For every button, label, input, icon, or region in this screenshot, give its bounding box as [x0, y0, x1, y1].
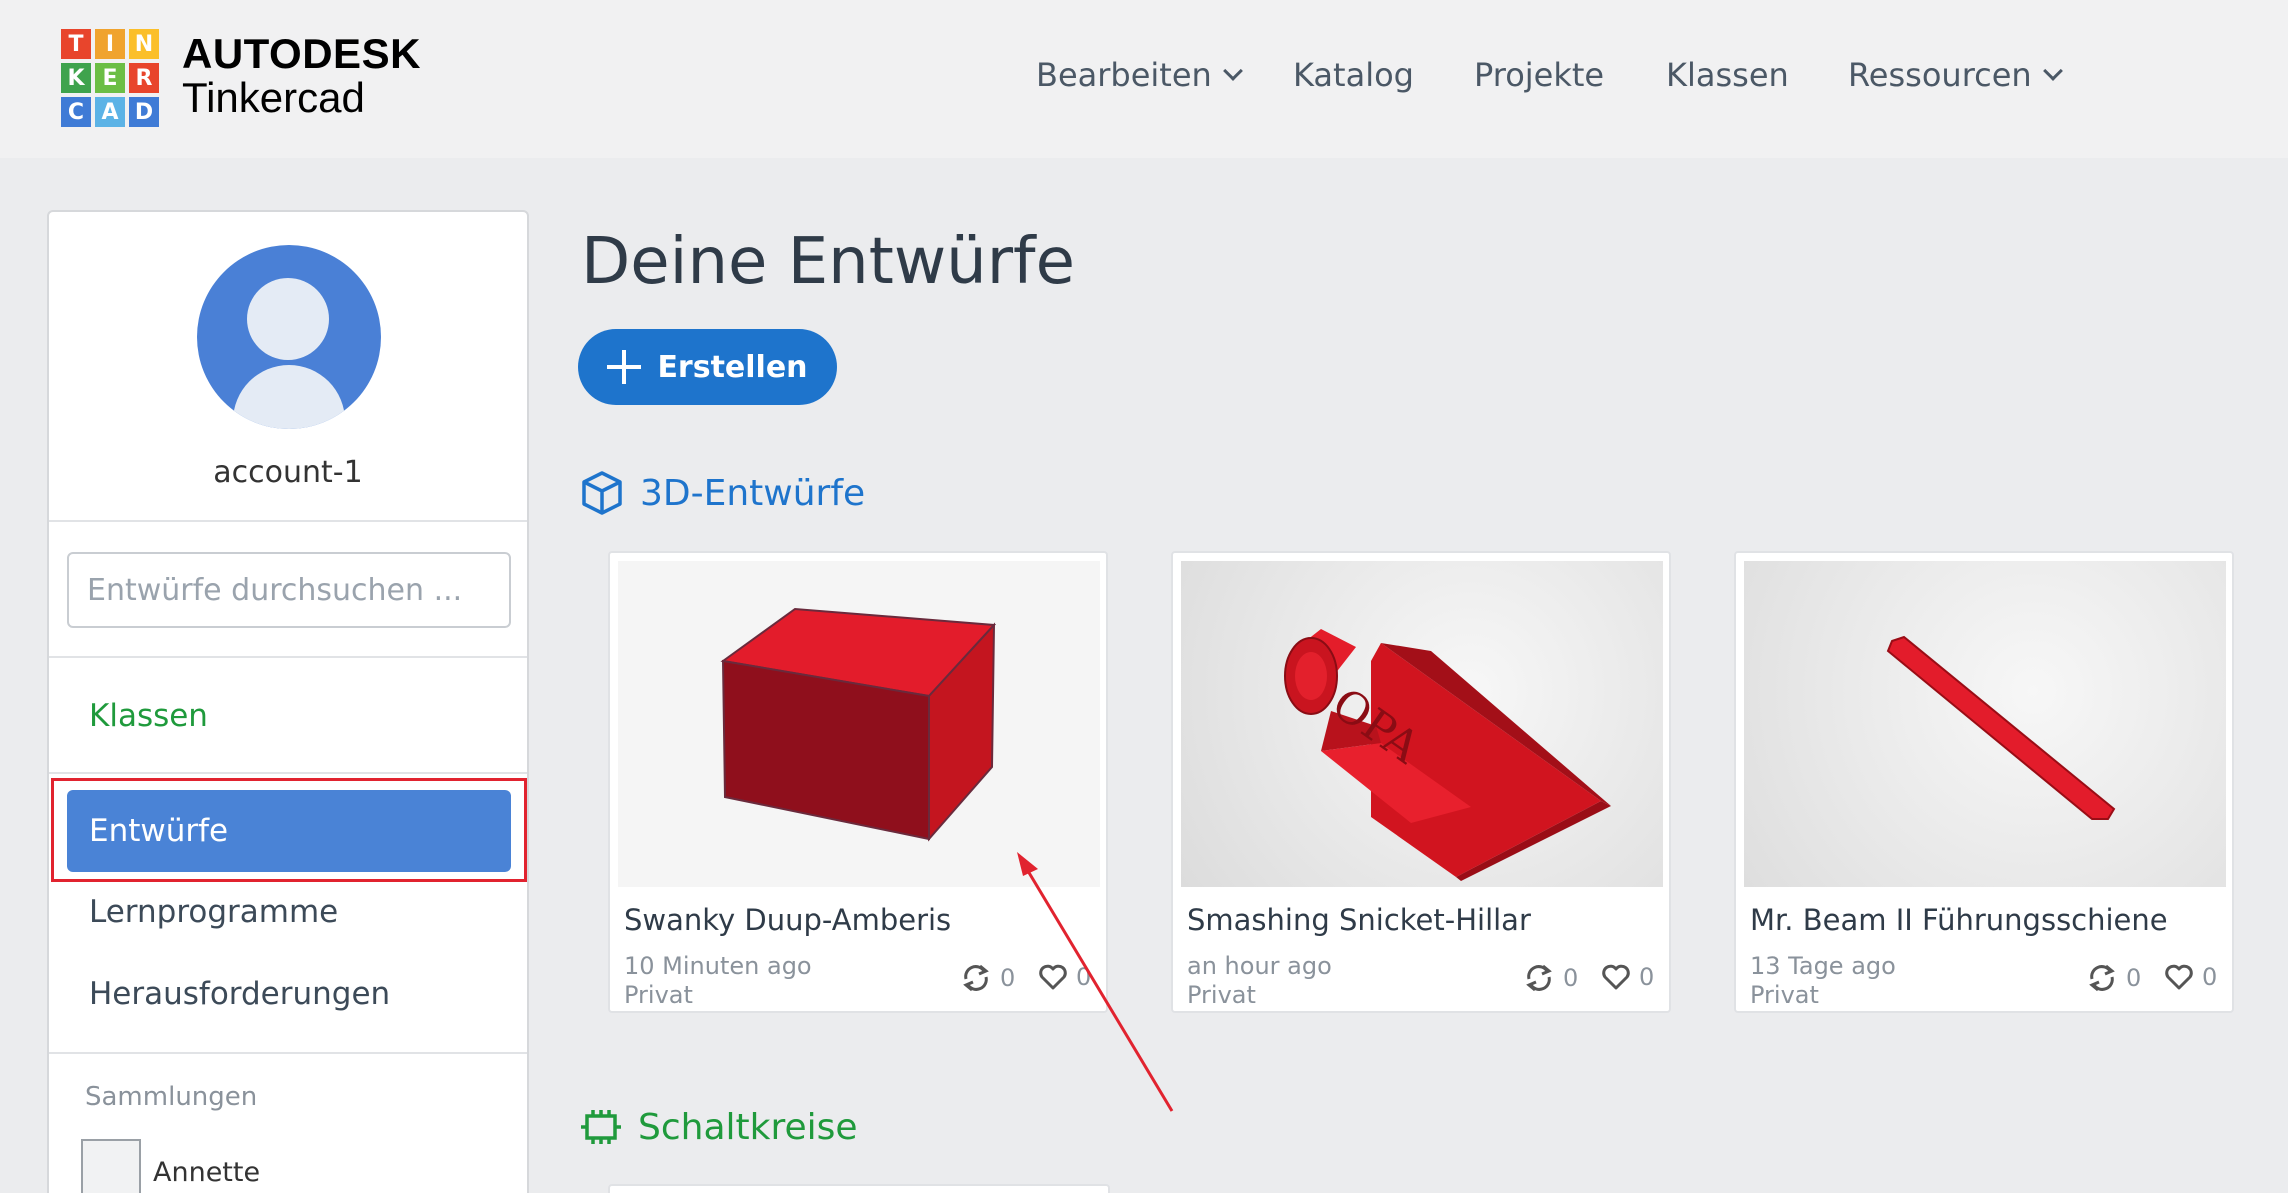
avatar-body: [233, 365, 345, 429]
logo-letter: E: [95, 63, 125, 93]
search-placeholder: Entwürfe durchsuchen ...: [87, 572, 463, 608]
remix-value: 0: [1563, 964, 1579, 992]
nav-ressourcen[interactable]: Ressourcen: [1848, 56, 2063, 94]
logo-letter: I: [95, 29, 125, 59]
circuit-card[interactable]: [608, 1184, 1110, 1193]
section-circuits-label: Schaltkreise: [638, 1106, 858, 1148]
nav-klassen-label: Klassen: [1666, 56, 1789, 94]
logo-letter: K: [61, 63, 91, 93]
section-3d-label: 3D-Entwürfe: [640, 472, 866, 514]
avatar-head: [247, 278, 329, 360]
nav-katalog-label: Katalog: [1293, 56, 1414, 94]
chevron-down-icon: [1222, 61, 1243, 81]
nav-klassen[interactable]: Klassen: [1666, 56, 1789, 94]
red-box-model-image: [720, 607, 997, 842]
design-privacy: Privat: [1187, 981, 1256, 1009]
circuit-chip-icon: [581, 1110, 621, 1144]
like-count[interactable]: 0: [2164, 963, 2217, 991]
divider: [49, 520, 527, 522]
design-card[interactable]: Mr. Beam II Führungsschiene 13 Tage ago …: [1734, 551, 2234, 1013]
divider: [49, 656, 527, 658]
brand-autodesk[interactable]: AUTODESK: [182, 30, 421, 78]
nav-bearbeiten-label: Bearbeiten: [1036, 56, 1212, 94]
remix-icon: [963, 964, 989, 992]
sidebar-item-herausforderungen[interactable]: Herausforderungen: [89, 976, 390, 1012]
like-count[interactable]: 0: [1601, 963, 1654, 991]
tinkercad-logo-grid[interactable]: T I N K E R C A D: [61, 29, 159, 127]
collections-heading: Sammlungen: [85, 1082, 258, 1112]
logo-letter: T: [61, 29, 91, 59]
heart-icon: [1602, 964, 1630, 990]
like-count[interactable]: 0: [1038, 963, 1091, 991]
red-beam-model-image: [1886, 635, 2116, 820]
logo-letter: N: [129, 29, 159, 59]
design-thumbnail[interactable]: OPA: [1181, 561, 1663, 887]
cube-icon: [582, 471, 622, 515]
create-button-label: Erstellen: [657, 349, 808, 385]
design-card[interactable]: OPA Smashing Snicket-Hillar an hour ago …: [1171, 551, 1671, 1013]
remix-value: 0: [1000, 964, 1016, 992]
section-3d-designs[interactable]: 3D-Entwürfe: [580, 470, 865, 516]
like-value: 0: [1076, 963, 1092, 991]
design-card[interactable]: Swanky Duup-Amberis 10 Minuten ago Priva…: [608, 551, 1108, 1013]
collection-name[interactable]: Annette: [153, 1157, 260, 1188]
divider: [49, 1052, 527, 1054]
logo-letter: R: [129, 63, 159, 93]
remix-icon: [1526, 964, 1552, 992]
annotation-highlight-box: [51, 778, 527, 882]
remix-count: 0: [2086, 963, 2141, 993]
nav-bearbeiten[interactable]: Bearbeiten: [1036, 56, 1243, 94]
avatar[interactable]: [197, 245, 381, 429]
design-thumbnail[interactable]: [1744, 561, 2226, 887]
remix-value: 0: [2126, 964, 2142, 992]
design-timestamp: 13 Tage ago: [1750, 952, 1896, 980]
heart-icon: [1039, 964, 1067, 990]
design-privacy: Privat: [624, 981, 693, 1009]
nav-katalog[interactable]: Katalog: [1293, 56, 1414, 94]
username[interactable]: account-1: [49, 455, 527, 490]
page-title: Deine Entwürfe: [581, 225, 1075, 299]
design-title[interactable]: Smashing Snicket-Hillar: [1187, 903, 1531, 937]
divider: [49, 772, 527, 774]
design-timestamp: an hour ago: [1187, 952, 1332, 980]
logo-letter: D: [129, 97, 159, 127]
nav-projekte-label: Projekte: [1474, 56, 1605, 94]
design-title[interactable]: Mr. Beam II Führungsschiene: [1750, 903, 2168, 937]
plus-icon: [607, 350, 642, 384]
logo-letter: C: [61, 97, 91, 127]
design-timestamp: 10 Minuten ago: [624, 952, 812, 980]
design-title[interactable]: Swanky Duup-Amberis: [624, 903, 951, 937]
red-wedge-model-image: OPA: [1284, 629, 1611, 881]
like-value: 0: [2202, 963, 2218, 991]
collection-thumbnail[interactable]: [81, 1139, 141, 1193]
nav-projekte[interactable]: Projekte: [1474, 56, 1604, 94]
remix-count: 0: [1523, 963, 1578, 993]
like-value: 0: [1639, 963, 1655, 991]
search-input[interactable]: Entwürfe durchsuchen ...: [67, 552, 511, 628]
remix-icon: [2089, 964, 2115, 992]
chevron-down-icon: [2042, 61, 2063, 81]
create-button[interactable]: Erstellen: [578, 329, 837, 405]
remix-count: 0: [960, 963, 1015, 993]
sidebar: account-1 Entwürfe durchsuchen ... Klass…: [47, 210, 529, 1193]
sidebar-item-lernprogramme[interactable]: Lernprogramme: [89, 894, 338, 930]
nav-ressourcen-label: Ressourcen: [1848, 56, 2032, 94]
heart-icon: [2165, 964, 2193, 990]
sidebar-item-klassen[interactable]: Klassen: [89, 698, 208, 734]
logo-letter: A: [95, 97, 125, 127]
brand-tinkercad[interactable]: Tinkercad: [182, 74, 365, 122]
design-thumbnail[interactable]: [618, 561, 1100, 887]
top-navigation-bar: T I N K E R C A D AUTODESK Tinkercad Bea…: [0, 0, 2288, 158]
design-privacy: Privat: [1750, 981, 1819, 1009]
section-circuits[interactable]: Schaltkreise: [580, 1106, 858, 1148]
